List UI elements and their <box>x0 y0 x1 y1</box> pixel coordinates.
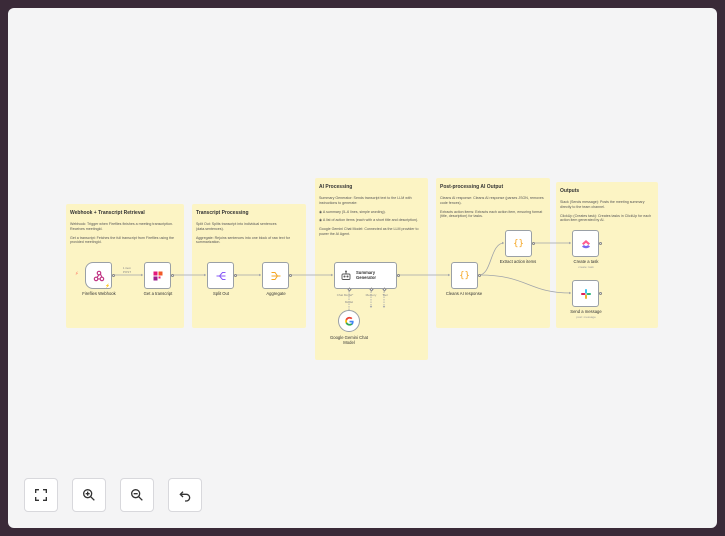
output-handle[interactable] <box>288 273 292 277</box>
robot-icon <box>341 270 351 280</box>
output-handle[interactable] <box>233 273 237 277</box>
undo-icon <box>179 491 191 502</box>
google-icon <box>344 316 354 326</box>
node-sublabel: create: task <box>578 265 594 269</box>
trigger-bolt-icon: ⚡ <box>75 271 79 277</box>
workflow-canvas-frame: Webhook + Transcript Retrieval Webhook: … <box>8 8 717 528</box>
output-handle[interactable] <box>477 273 481 277</box>
node-sublabel: post: message <box>576 315 596 319</box>
node-send-message[interactable] <box>572 280 599 307</box>
edge-arrow <box>331 273 333 277</box>
node-label: Cleans AI response <box>445 291 483 296</box>
split-icon <box>216 271 225 280</box>
code-braces-icon: {} <box>513 238 524 249</box>
node-label: Create a task <box>573 259 599 264</box>
fireflies-icon <box>153 271 162 280</box>
node-extract-action-items[interactable]: {} <box>505 230 532 257</box>
slack-icon <box>580 288 591 299</box>
edge-arrow <box>141 273 143 277</box>
node-label: Send a message <box>570 309 602 314</box>
fit-view-icon <box>35 489 47 501</box>
edge-arrow <box>382 306 386 308</box>
node-label: Fireflies Webhook <box>82 291 116 296</box>
clickup-icon <box>581 239 590 248</box>
node-label: Extract action items <box>499 259 537 264</box>
node-split-out[interactable] <box>207 262 234 289</box>
node-label: Get a transcript <box>143 291 173 296</box>
output-handle[interactable] <box>170 273 174 277</box>
node-title: Summary Generator <box>356 269 377 280</box>
output-handle[interactable] <box>598 291 602 295</box>
edge-arrow <box>502 241 504 245</box>
zoom-out-icon <box>131 489 143 501</box>
node-google-gemini[interactable] <box>338 310 360 332</box>
edge-arrow <box>448 273 450 277</box>
node-create-task[interactable] <box>572 230 599 257</box>
edge-arrow <box>204 273 206 277</box>
output-handle[interactable] <box>598 241 602 245</box>
edge-arrow <box>259 273 261 277</box>
node-summary-generator[interactable]: Summary Generator <box>334 262 397 289</box>
fit-view-button[interactable] <box>24 478 58 512</box>
code-braces-icon: {} <box>459 270 470 281</box>
workflow-canvas[interactable]: Webhook + Transcript Retrieval Webhook: … <box>8 8 717 528</box>
edge-arrow <box>369 306 373 308</box>
edge-arrow <box>569 291 571 295</box>
port-label-chat-model: Chat Model* <box>336 293 354 297</box>
edge-label-webhook: 1 item POST <box>122 266 132 274</box>
zoom-in-button[interactable] <box>72 478 106 512</box>
output-handle[interactable] <box>111 273 115 277</box>
output-handle[interactable] <box>396 273 400 277</box>
zoom-in-icon <box>83 489 95 501</box>
node-fireflies-webhook[interactable]: ⚡ <box>85 262 112 289</box>
output-handle[interactable] <box>531 241 535 245</box>
webhook-icon <box>93 270 104 281</box>
node-label: Google Gemini Chat Model <box>330 335 368 345</box>
lightning-badge-icon: ⚡ <box>105 283 110 288</box>
zoom-out-button[interactable] <box>120 478 154 512</box>
node-label: Aggregate <box>266 291 286 296</box>
edge-arrow <box>569 241 571 245</box>
aggregate-icon <box>271 271 280 280</box>
port-label-model: Model <box>344 300 354 304</box>
port-label-tool: Tool <box>382 293 388 297</box>
node-get-transcript[interactable] <box>144 262 171 289</box>
undo-button[interactable] <box>168 478 202 512</box>
node-aggregate[interactable] <box>262 262 289 289</box>
node-cleans-ai-response[interactable]: {} <box>451 262 478 289</box>
node-label: Split Out <box>212 291 230 296</box>
